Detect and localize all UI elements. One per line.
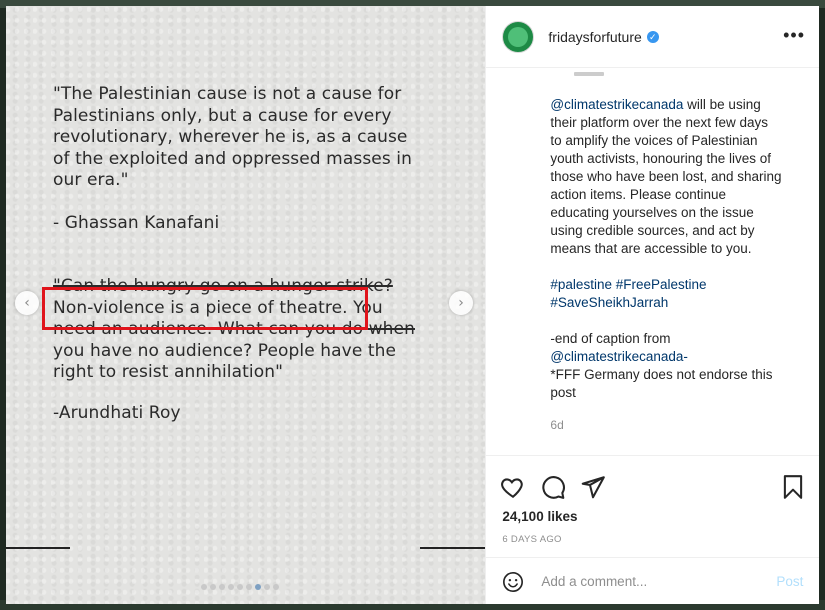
carousel-dot	[210, 584, 216, 590]
attribution-roy: -Arundhati Roy	[53, 403, 181, 423]
share-icon[interactable]	[580, 474, 606, 500]
caption-text: will be using	[683, 97, 761, 112]
username-link[interactable]: fridaysforfuture	[548, 29, 641, 45]
divider-left	[6, 547, 70, 549]
caption-line	[550, 312, 800, 330]
carousel-prev-button[interactable]: ‹	[15, 291, 39, 315]
chevron-right-icon: ›	[458, 295, 464, 311]
emoji-icon[interactable]	[502, 571, 524, 593]
caption-line: their platform over the next few days	[550, 114, 800, 132]
mention-link[interactable]: @climatestrikecanada	[550, 97, 683, 112]
carousel-dot	[255, 584, 261, 590]
quote-line: of the exploited and oppressed masses in	[53, 148, 412, 169]
comment-input[interactable]: Add a comment...	[541, 574, 647, 589]
quote-line: you have no audience? People have the	[53, 340, 397, 361]
carousel-dot	[201, 584, 207, 590]
post-date: 6 DAYS AGO	[502, 534, 562, 545]
post-modal: "The Palestinian cause is not a cause fo…	[6, 6, 820, 605]
caption-line: -end of caption from	[550, 330, 800, 348]
carousel-indicator	[201, 584, 279, 590]
heart-icon[interactable]	[500, 474, 526, 500]
caption-text: educating yourselves on the issue	[550, 205, 754, 220]
highlight-annotation-box	[42, 287, 368, 330]
caption-text: youth activists, honouring the lives of	[550, 151, 772, 166]
caption-text: *FFF Germany does not endorse this	[550, 367, 773, 382]
caption-line: @climatestrikecanada will be using	[550, 96, 800, 114]
hashtag-link[interactable]: #FreePalestine	[616, 277, 707, 292]
clipped-caption-text	[574, 72, 605, 76]
caption-text: using credible sources, and act by	[550, 223, 755, 238]
carousel-dot	[264, 584, 270, 590]
quote-line: right to resist annihilation"	[53, 362, 284, 382]
chevron-left-icon: ‹	[24, 295, 30, 311]
divider-right	[420, 547, 486, 549]
caption-line: to amplify the voices of Palestinian	[550, 132, 800, 150]
carousel-dot	[228, 584, 234, 590]
hashtag-link[interactable]: #SaveSheikhJarrah	[550, 295, 668, 310]
caption-text: to amplify the voices of Palestinian	[550, 133, 758, 148]
caption-line: post	[550, 384, 800, 402]
quote-line: our era."	[53, 170, 129, 190]
caption-text: action items. Please continue	[550, 187, 727, 202]
comment-icon[interactable]	[540, 474, 566, 500]
quote-line: "The Palestinian cause is not a cause fo…	[53, 84, 402, 104]
post-comment-button[interactable]: Post	[776, 574, 803, 589]
quote-line: Palestinians only, but a cause for every	[53, 105, 392, 126]
caption-text: post	[550, 385, 576, 400]
caption-line: youth activists, honouring the lives of	[550, 150, 800, 168]
caption-line: educating yourselves on the issue	[550, 204, 800, 222]
caption-line: action items. Please continue	[550, 186, 800, 204]
post-header: fridaysforfuture ✓ •••	[486, 6, 819, 68]
caption-line: means that are accessible to you.	[550, 240, 800, 258]
caption-line	[550, 258, 800, 276]
caption-time[interactable]: 6d	[550, 418, 563, 432]
verified-badge-icon: ✓	[646, 30, 659, 43]
carousel-dot	[273, 584, 279, 590]
more-icon[interactable]: •••	[783, 26, 805, 44]
quote-kanafani: "The Palestinian cause is not a cause fo…	[53, 84, 443, 192]
bookmark-icon[interactable]	[780, 474, 806, 500]
caption-line: @climatestrikecanada-	[550, 348, 800, 366]
caption-line: #palestine #FreePalestine	[550, 276, 800, 294]
carousel-next-button[interactable]: ›	[449, 291, 473, 315]
avatar-image	[508, 26, 529, 47]
caption-text: means that are accessible to you.	[550, 241, 752, 256]
comment-bar: Add a comment... Post	[486, 557, 820, 605]
mention-link[interactable]: @climatestrikecanada-	[550, 349, 688, 364]
avatar[interactable]	[502, 20, 535, 53]
carousel-dot	[246, 584, 252, 590]
hashtag-link[interactable]: #palestine	[550, 277, 612, 292]
attribution-kanafani: - Ghassan Kanafani	[53, 213, 220, 233]
post-media[interactable]: "The Palestinian cause is not a cause fo…	[6, 6, 486, 604]
caption-line: using credible sources, and act by	[550, 222, 800, 240]
likes-count[interactable]: 24,100 likes	[502, 509, 577, 524]
carousel-dot	[237, 584, 243, 590]
post-sidebar: fridaysforfuture ✓ ••• @climatestrikecan…	[485, 6, 820, 605]
carousel-dot	[219, 584, 225, 590]
caption-text: their platform over the next few days	[550, 115, 769, 130]
caption-line: #SaveSheikhJarrah	[550, 294, 800, 312]
caption-line: *FFF Germany does not endorse this	[550, 366, 800, 384]
caption-text: -end of caption from	[550, 331, 671, 346]
caption-text: those who have been lost, and sharing	[550, 169, 782, 184]
caption-line: those who have been lost, and sharing	[550, 168, 800, 186]
quote-line: revolutionary, wherever he is, as a caus…	[53, 127, 408, 147]
post-caption: @climatestrikecanada will be using their …	[550, 96, 800, 402]
